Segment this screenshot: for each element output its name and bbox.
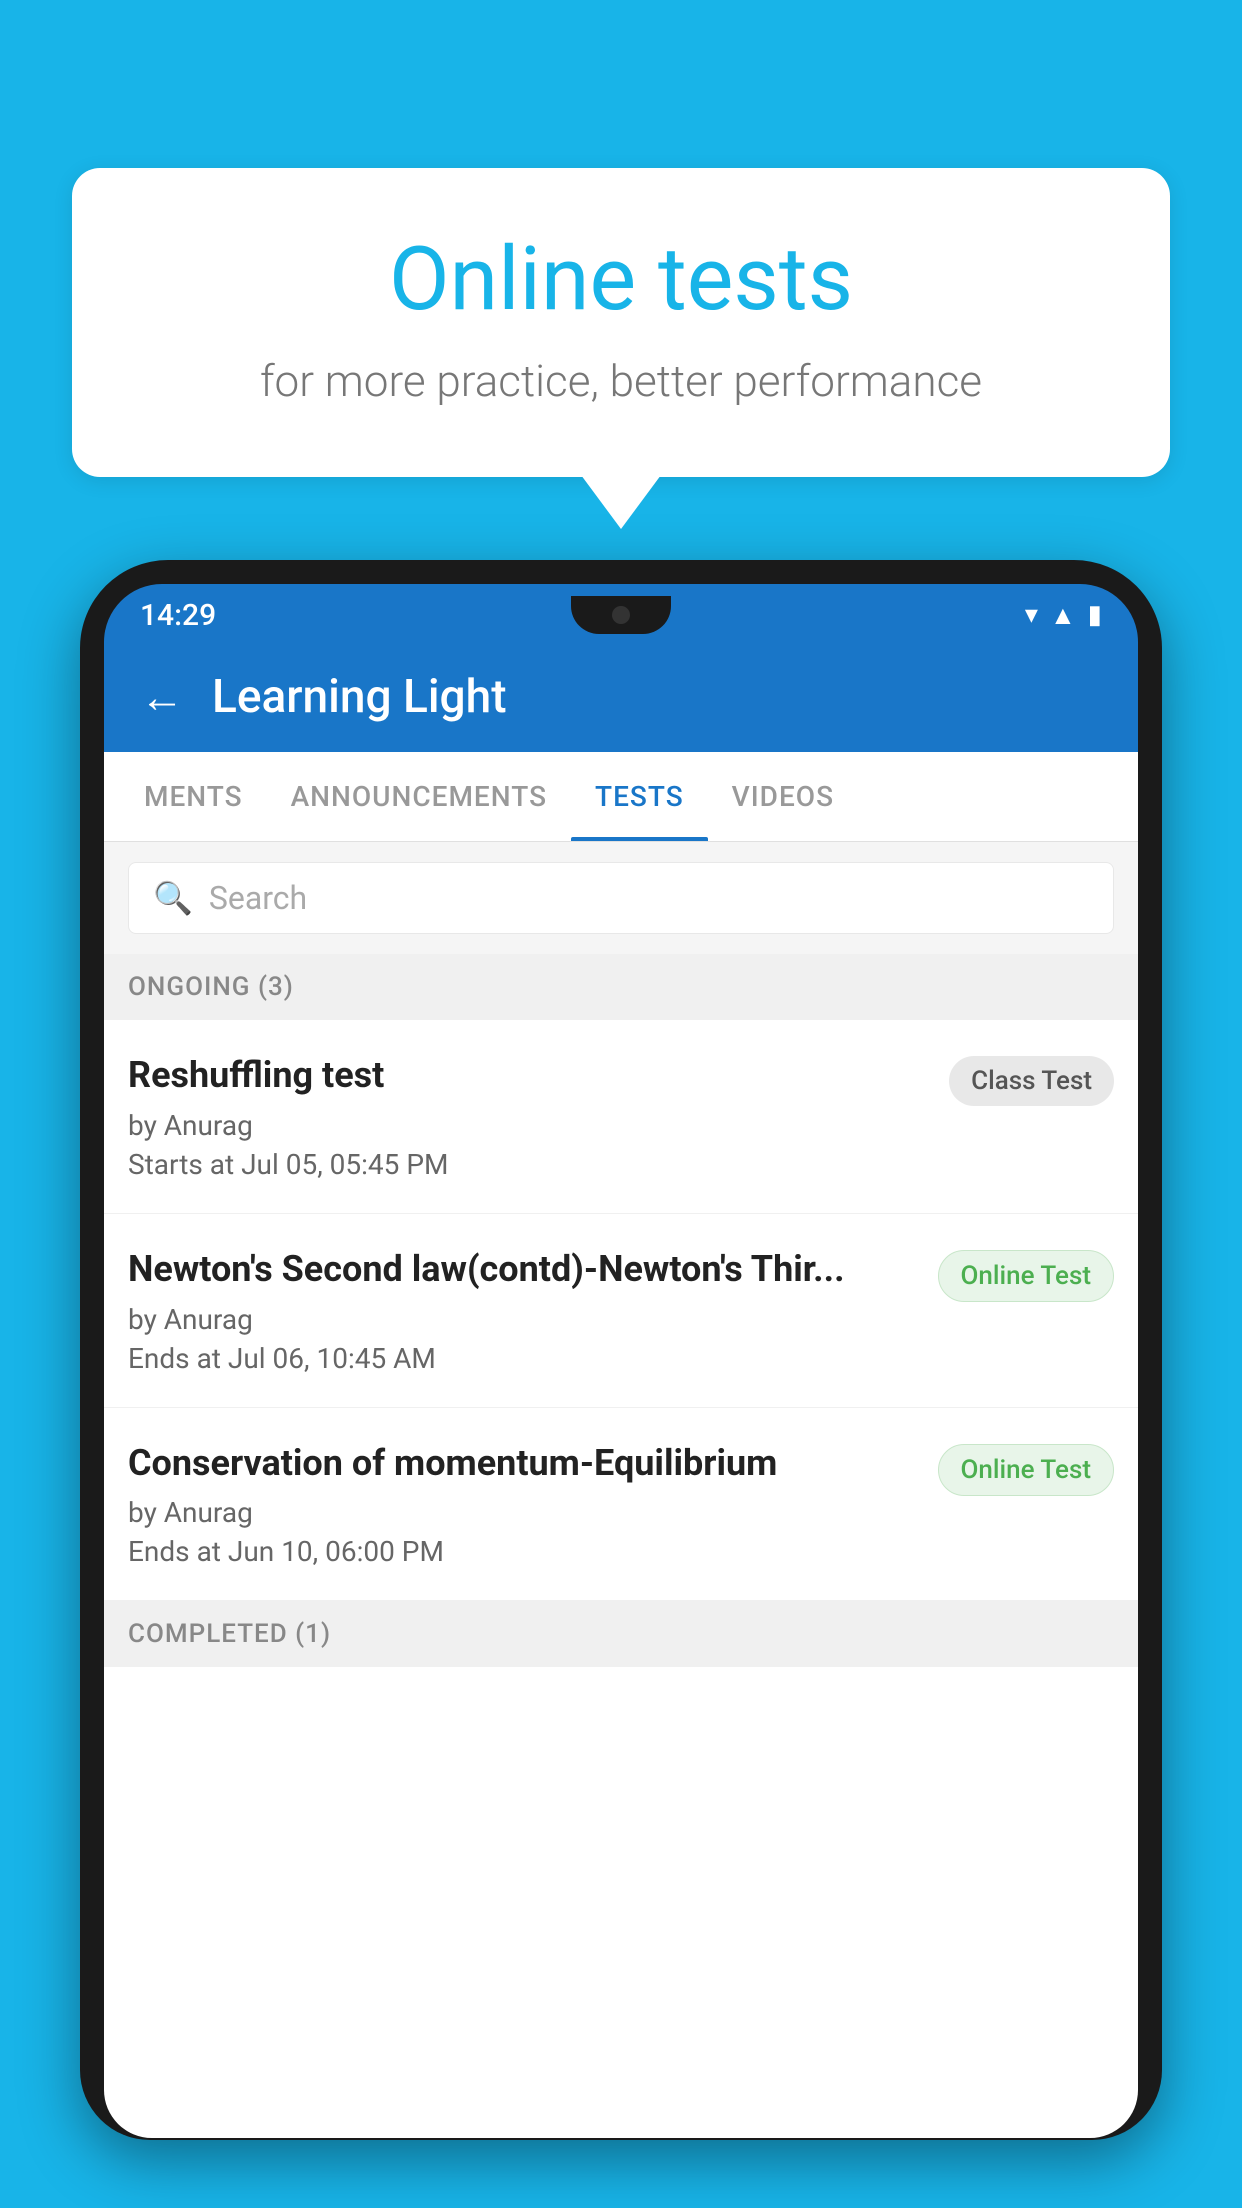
camera-dot — [612, 606, 630, 624]
phone-mockup: 14:29 ▾ ▲ ▮ ← Learning Light MENTS — [80, 560, 1162, 2208]
bubble-title: Online tests — [152, 228, 1090, 331]
tab-announcements[interactable]: ANNOUNCEMENTS — [267, 752, 571, 841]
test-item[interactable]: Newton's Second law(contd)-Newton's Thir… — [104, 1214, 1138, 1408]
app-header: ← Learning Light — [104, 642, 1138, 752]
test-title: Newton's Second law(contd)-Newton's Thir… — [128, 1246, 922, 1293]
test-title: Conservation of momentum-Equilibrium — [128, 1440, 922, 1487]
test-item-info: Reshuffling test by Anurag Starts at Jul… — [128, 1052, 933, 1181]
search-container: 🔍 Search — [104, 842, 1138, 954]
phone-outer: 14:29 ▾ ▲ ▮ ← Learning Light MENTS — [80, 560, 1162, 2140]
search-icon: 🔍 — [153, 879, 193, 917]
bubble-subtitle: for more practice, better performance — [152, 355, 1090, 407]
promo-bubble: Online tests for more practice, better p… — [72, 168, 1170, 477]
test-date: Ends at Jun 10, 06:00 PM — [128, 1535, 922, 1568]
tab-ments[interactable]: MENTS — [120, 752, 267, 841]
completed-section-header: COMPLETED (1) — [104, 1601, 1138, 1667]
test-date: Ends at Jul 06, 10:45 AM — [128, 1342, 922, 1375]
time-display: 14:29 — [140, 598, 216, 633]
tabs-bar: MENTS ANNOUNCEMENTS TESTS VIDEOS — [104, 752, 1138, 842]
tab-videos[interactable]: VIDEOS — [708, 752, 858, 841]
test-item-info: Newton's Second law(contd)-Newton's Thir… — [128, 1246, 922, 1375]
test-badge-online: Online Test — [938, 1250, 1115, 1302]
test-author: by Anurag — [128, 1109, 933, 1142]
test-date: Starts at Jul 05, 05:45 PM — [128, 1148, 933, 1181]
test-author: by Anurag — [128, 1496, 922, 1529]
phone-screen: ← Learning Light MENTS ANNOUNCEMENTS TES… — [104, 642, 1138, 2138]
status-icons: ▾ ▲ ▮ — [1025, 600, 1102, 631]
ongoing-label: ONGOING (3) — [128, 972, 294, 1002]
test-badge-online: Online Test — [938, 1444, 1115, 1496]
battery-icon: ▮ — [1088, 600, 1102, 630]
test-item[interactable]: Conservation of momentum-Equilibrium by … — [104, 1408, 1138, 1602]
completed-label: COMPLETED (1) — [128, 1619, 331, 1649]
wifi-icon: ▾ — [1025, 600, 1038, 630]
app-title: Learning Light — [212, 670, 507, 724]
test-item-info: Conservation of momentum-Equilibrium by … — [128, 1440, 922, 1569]
search-box[interactable]: 🔍 Search — [128, 862, 1114, 934]
tab-tests[interactable]: TESTS — [571, 752, 708, 841]
test-item[interactable]: Reshuffling test by Anurag Starts at Jul… — [104, 1020, 1138, 1214]
test-badge-class: Class Test — [949, 1056, 1114, 1106]
signal-icon: ▲ — [1050, 600, 1076, 631]
camera-notch — [571, 596, 671, 634]
back-button[interactable]: ← — [140, 671, 184, 723]
test-title: Reshuffling test — [128, 1052, 933, 1099]
search-placeholder-text: Search — [209, 879, 307, 917]
status-bar: 14:29 ▾ ▲ ▮ — [104, 584, 1138, 642]
ongoing-section-header: ONGOING (3) — [104, 954, 1138, 1020]
test-author: by Anurag — [128, 1303, 922, 1336]
